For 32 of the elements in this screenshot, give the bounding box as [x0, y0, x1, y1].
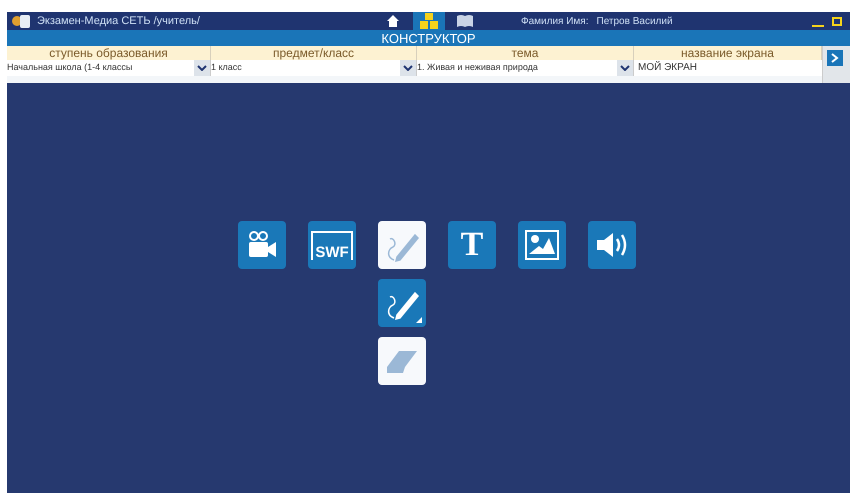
blocks-icon [420, 13, 438, 29]
image-tool-button[interactable] [518, 221, 566, 269]
app-logo-icon [11, 13, 33, 29]
pencil-tool-button[interactable] [378, 279, 426, 327]
chevron-down-icon [403, 65, 413, 71]
chevron-down-icon [620, 65, 630, 71]
user-name: Петров Василий [596, 14, 673, 28]
text-tool-button[interactable]: T [448, 221, 496, 269]
column-header: предмет/класс [211, 46, 417, 60]
user-label: Фамилия Имя: [521, 14, 588, 28]
sound-tool-button[interactable] [588, 221, 636, 269]
book-icon [456, 14, 474, 28]
section-title: КОНСТРУКТОР [381, 32, 476, 44]
maximize-button[interactable] [832, 16, 842, 26]
chevron-right-icon [831, 53, 839, 63]
dropdown-field[interactable]: 1. Живая и неживая природа [417, 60, 634, 76]
video-tool-button[interactable] [238, 221, 286, 269]
column-header: название экрана [634, 46, 822, 60]
dropdown-field[interactable]: Начальная школа (1-4 классы [7, 60, 211, 76]
video-camera-icon [247, 231, 277, 259]
swf-tool-button[interactable]: SWF [308, 221, 356, 269]
column-header: ступень образования [7, 46, 211, 60]
house-icon [386, 14, 400, 28]
picture-icon [525, 230, 559, 260]
chevron-down-icon [197, 65, 207, 71]
speaker-icon [595, 231, 629, 259]
corner-triangle-icon [416, 317, 422, 323]
dropdown-field[interactable]: 1 класс [211, 60, 417, 76]
window-title: Экзамен-Медиа СЕТЬ /учитель/ [37, 14, 201, 29]
close-panel-button[interactable] [827, 50, 843, 66]
screen-name-field[interactable]: МОЙ ЭКРАН [634, 60, 822, 76]
column-header: тема [417, 46, 634, 60]
